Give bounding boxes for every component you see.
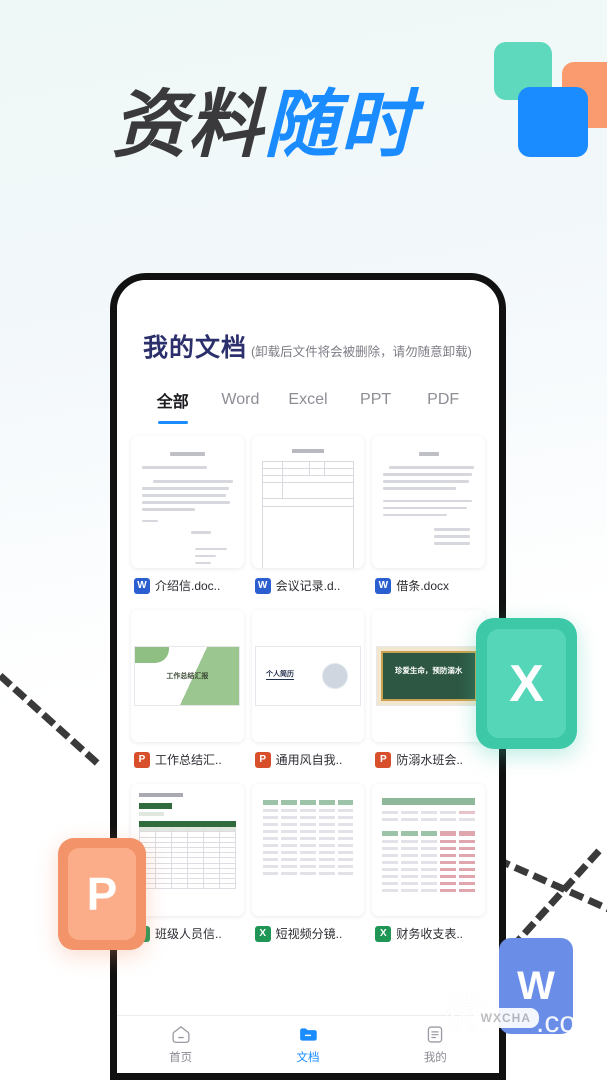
excel-badge: X	[476, 618, 577, 749]
excel-file-icon: X	[375, 925, 392, 942]
tab-pdf[interactable]: PDF	[409, 391, 477, 421]
powerpoint-badge: P	[58, 838, 146, 950]
file-thumbnail[interactable]: 个人简历	[251, 610, 365, 742]
tab-pdf-label: PDF	[427, 391, 460, 408]
file-name: 通用风自我..	[275, 753, 343, 767]
file-name: 借条.docx	[396, 579, 450, 593]
tab-excel[interactable]: Excel	[274, 391, 342, 421]
file-name: 财务收支表..	[396, 927, 463, 941]
file-name: 工作总结汇..	[155, 753, 222, 767]
ppt-slide-text: 珍爱生命，预防溺水	[394, 666, 463, 675]
excel-badge-letter: X	[509, 654, 544, 713]
page-title: 我的文档	[143, 334, 248, 362]
file-thumbnail[interactable]	[131, 436, 244, 568]
file-item[interactable]: 工作总结汇报 P 工作总结汇..	[131, 610, 244, 778]
tab-ppt-label: PPT	[360, 391, 392, 408]
file-item[interactable]: W 借条.docx	[372, 436, 485, 604]
word-file-icon: W	[375, 577, 392, 594]
file-name: 班级人员信..	[155, 927, 222, 941]
ppt-preview: 工作总结汇报	[135, 647, 240, 705]
ppt-preview: 珍爱生命，预防溺水	[376, 647, 481, 705]
nav-item-home[interactable]: 首页	[117, 1024, 244, 1065]
nav-item-profile[interactable]: 我的	[372, 1024, 499, 1065]
headline-part-dark: 资料	[112, 83, 264, 166]
tab-all-label: 全部	[156, 394, 189, 411]
powerpoint-file-icon: P	[375, 751, 392, 768]
file-item[interactable]: X 财务收支表..	[372, 784, 485, 952]
file-item[interactable]: X 班级人员信..	[131, 784, 244, 952]
file-label: X 短视频分镜..	[252, 916, 365, 952]
tab-excel-label: Excel	[288, 391, 328, 408]
home-icon	[172, 1026, 190, 1044]
tab-word-label: Word	[221, 391, 260, 408]
ppt-slide-text: 工作总结汇报	[166, 673, 209, 680]
file-item[interactable]: 珍爱生命，预防溺水 P 防溺水班会..	[372, 610, 485, 778]
file-type-tabs: 全部 Word Excel PPT PDF	[117, 364, 499, 424]
file-label: P 通用风自我..	[252, 742, 365, 778]
file-label: P 工作总结汇..	[131, 742, 244, 778]
word-file-icon: W	[254, 577, 271, 594]
file-label: W 介绍信.doc..	[131, 568, 244, 604]
powerpoint-badge-letter: P	[86, 868, 118, 920]
ppt-slide-text: 个人简历	[265, 671, 294, 680]
tab-ppt[interactable]: PPT	[342, 391, 410, 421]
file-item[interactable]: X 短视频分镜..	[251, 784, 365, 952]
file-name: 会议记录.d..	[275, 579, 341, 593]
nav-label-home: 首页	[169, 1052, 193, 1064]
bottom-navigation: 首页 文档 我的	[117, 1015, 499, 1073]
file-thumbnail[interactable]: 珍爱生命，预防溺水	[372, 610, 485, 742]
ppt-preview: 个人简历	[255, 647, 360, 705]
decor-dashed-line-left	[0, 660, 100, 766]
file-item[interactable]: W 介绍信.doc..	[131, 436, 244, 604]
doc-preview	[372, 436, 485, 561]
file-thumbnail[interactable]: 工作总结汇报	[131, 610, 244, 742]
word-badge-letter: W	[517, 964, 555, 1008]
excel-preview	[252, 784, 365, 895]
document-icon	[300, 1028, 317, 1041]
file-grid: W 介绍信.doc.. W 会议记录.d.. W 借条.docx 工作总结汇报 …	[117, 424, 499, 1015]
profile-icon	[428, 1026, 443, 1043]
doc-preview	[131, 436, 244, 568]
phone-screen: 我的文档 (卸载后文件将会被删除，请勿随意卸载) 全部 Word Excel P…	[117, 280, 499, 1073]
file-label: W 会议记录.d..	[252, 568, 365, 604]
file-name: 介绍信.doc..	[155, 579, 221, 593]
tab-word[interactable]: Word	[207, 391, 275, 421]
page-subtitle: (卸载后文件将会被删除，请勿随意卸载)	[251, 345, 472, 359]
file-label: W 借条.docx	[372, 568, 485, 604]
file-name: 短视频分镜..	[275, 927, 343, 941]
file-thumbnail[interactable]	[251, 784, 365, 916]
file-label: X 财务收支表..	[372, 916, 485, 952]
file-item[interactable]: 个人简历 P 通用风自我..	[251, 610, 365, 778]
excel-file-icon: X	[254, 925, 271, 942]
decor-square-blue	[518, 87, 588, 157]
avatar	[321, 663, 348, 689]
excel-preview	[131, 784, 244, 898]
documents-header: 我的文档 (卸载后文件将会被删除，请勿随意卸载)	[117, 280, 499, 364]
file-label: P 防溺水班会..	[372, 742, 485, 778]
file-thumbnail[interactable]	[251, 436, 365, 568]
form-preview	[252, 436, 365, 568]
file-item[interactable]: W 会议记录.d..	[251, 436, 365, 604]
file-name: 防溺水班会..	[396, 753, 463, 767]
powerpoint-file-icon: P	[254, 751, 271, 768]
file-label: X 班级人员信..	[131, 916, 244, 952]
word-badge: W	[499, 938, 573, 1034]
nav-label-document: 文档	[296, 1052, 320, 1064]
phone-mockup: 我的文档 (卸载后文件将会被删除，请勿随意卸载) 全部 Word Excel P…	[110, 273, 506, 1080]
nav-label-profile: 我的	[423, 1052, 447, 1064]
word-file-icon: W	[134, 577, 150, 594]
excel-preview	[372, 784, 485, 910]
file-thumbnail[interactable]	[372, 784, 485, 916]
nav-item-document[interactable]: 文档	[244, 1024, 371, 1065]
headline-part-blue: 随时	[264, 83, 416, 166]
tab-all[interactable]: 全部	[139, 388, 207, 424]
page-headline: 资料随时	[112, 88, 416, 162]
file-thumbnail[interactable]	[372, 436, 485, 568]
powerpoint-file-icon: P	[134, 751, 150, 768]
file-thumbnail[interactable]	[131, 784, 244, 916]
